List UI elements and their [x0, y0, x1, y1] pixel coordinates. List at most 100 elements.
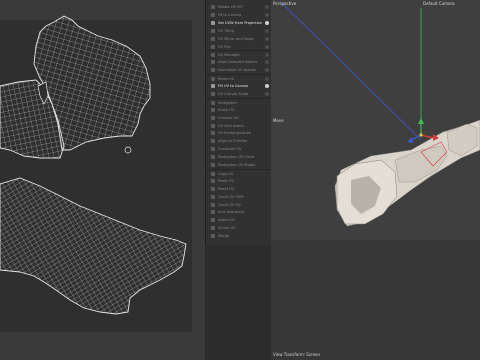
menu-item[interactable]: Straighten UV Circle — [206, 153, 272, 161]
tool-icon — [211, 226, 215, 231]
tool-icon — [211, 115, 215, 120]
tool-icon — [211, 218, 215, 223]
tool-icon — [211, 107, 215, 112]
menu-item[interactable]: Quick UV Ply — [206, 201, 272, 209]
tool-icon — [211, 194, 215, 199]
tool-icon — [211, 53, 215, 58]
tool-icon — [211, 84, 215, 88]
menu-item[interactable]: Align to Checker — [206, 137, 272, 145]
menu-item[interactable]: Paste UV — [206, 177, 272, 185]
menu-item[interactable]: Sew Sequence — [206, 208, 272, 216]
options-icon[interactable] — [265, 12, 269, 17]
menu-item[interactable]: Unstack UV — [206, 114, 272, 122]
menu-empty-area — [205, 245, 271, 360]
menu-item-label: UV Grid Island — [218, 123, 244, 128]
menu-item[interactable]: UV Canvas Scale — [206, 90, 272, 98]
menu-item[interactable]: Set UVW from Projection — [206, 19, 272, 27]
menu-item[interactable]: UV Grid Island — [206, 122, 272, 130]
tool-icon — [211, 20, 215, 25]
menu-item-label: Quick UV CSM — [218, 194, 244, 199]
uv-islands[interactable] — [0, 0, 205, 360]
menu-item-label: UV Canvas Scale — [218, 91, 249, 96]
options-icon[interactable] — [265, 77, 269, 82]
tool-icon — [211, 186, 215, 191]
menu-item[interactable]: Quick UV CSM — [206, 193, 272, 201]
status-text: View Transform: Screen — [273, 352, 321, 357]
tool-icon — [211, 91, 215, 96]
menu-item-label: Island UV — [218, 218, 235, 223]
menu-item[interactable]: UV Tiling — [206, 27, 272, 35]
options-icon[interactable] — [265, 28, 269, 33]
tool-icon — [211, 36, 215, 41]
options-icon[interactable] — [265, 68, 269, 73]
menu-item[interactable]: UV Mirror and Swap — [206, 35, 272, 43]
uv-editor-panel[interactable] — [0, 0, 205, 360]
tool-icon — [211, 68, 215, 73]
tool-icon — [211, 202, 215, 207]
menu-item-label: Paste UV — [218, 178, 234, 183]
tool-icon — [211, 77, 215, 82]
tool-icon — [211, 100, 215, 105]
camera-name-label[interactable]: Default Camera — [423, 1, 455, 6]
menu-item-label: UV Rectangularize — [218, 131, 251, 136]
tool-icon — [211, 44, 215, 49]
tool-icon — [211, 171, 215, 176]
options-icon[interactable] — [265, 53, 269, 58]
options-icon[interactable] — [265, 36, 269, 41]
menu-item-label: Constrain UV — [218, 147, 242, 152]
menu-item[interactable]: Shrink UV — [206, 224, 272, 232]
menu-item-label: UV Mirror and Swap — [218, 36, 254, 41]
options-icon[interactable] — [265, 44, 269, 49]
tool-icon — [211, 60, 215, 65]
menu-item-label: Merge — [218, 234, 230, 239]
viewport-3d[interactable]: Perspective Default Camera Move View Tra… — [271, 0, 480, 360]
uv-island-dot — [124, 146, 132, 154]
menu-item-label: Reset UV — [218, 186, 235, 191]
tool-icon — [211, 178, 215, 183]
tool-icon — [211, 12, 215, 17]
tool-icon — [211, 210, 215, 215]
tool-icon — [211, 155, 215, 160]
menu-item[interactable]: Fill UV to Canvas — [206, 82, 272, 90]
tool-icon — [211, 147, 215, 152]
menu-item-label: Shrink UV — [218, 226, 236, 231]
menu-item[interactable]: Island UV — [206, 216, 272, 224]
tool-icon — [211, 139, 215, 144]
menu-item-label: Fit to Canvas — [218, 12, 242, 17]
tool-icon — [211, 123, 215, 128]
menu-item[interactable]: Normalize UV Islands — [206, 66, 272, 74]
menu-item[interactable]: Merge — [206, 232, 272, 240]
view-name-label[interactable]: Perspective — [273, 1, 296, 6]
menu-item[interactable]: Constrain UV — [206, 145, 272, 153]
tool-icon — [211, 163, 215, 167]
menu-item-label: Unstack UV — [218, 115, 239, 120]
menu-item[interactable]: UV Flip — [206, 43, 272, 51]
menu-item[interactable]: Reset UV — [206, 185, 272, 193]
menu-item-label: Normalize UV Islands — [218, 68, 257, 73]
menu-item[interactable]: Rotate UV 90° — [206, 3, 272, 11]
uv-island-lower — [0, 177, 187, 315]
tool-icon — [211, 28, 215, 33]
menu-item-label: UV Tiling — [218, 28, 234, 33]
menu-item-label: Sew Sequence — [218, 210, 245, 215]
menu-item[interactable]: UV Rectangularize — [206, 129, 272, 137]
menu-item-label: Align Selected Islands — [218, 60, 258, 65]
options-icon[interactable] — [265, 91, 269, 96]
tool-label: Move — [273, 118, 284, 123]
menu-item-label: Stack UV — [218, 107, 235, 112]
tool-icon — [211, 234, 215, 239]
menu-item[interactable]: Straighten UV Shape — [206, 161, 272, 169]
options-icon[interactable] — [265, 5, 269, 9]
options-icon[interactable] — [265, 20, 269, 25]
options-icon[interactable] — [265, 60, 269, 65]
menu-item-label: Fill UV to Canvas — [218, 84, 249, 88]
menu-item[interactable]: Fit to Canvas — [206, 11, 272, 19]
menu-item-label: UV Flip — [218, 44, 231, 49]
menu-item[interactable]: Stack UV — [206, 106, 272, 114]
menu-item-label: Align to Checker — [218, 139, 248, 144]
viewport-scene[interactable] — [271, 0, 480, 360]
tool-icon — [211, 131, 215, 136]
menu-item-label: Quick UV Ply — [218, 202, 241, 207]
menu-item[interactable]: Align Selected Islands — [206, 58, 272, 66]
options-icon[interactable] — [265, 84, 269, 88]
